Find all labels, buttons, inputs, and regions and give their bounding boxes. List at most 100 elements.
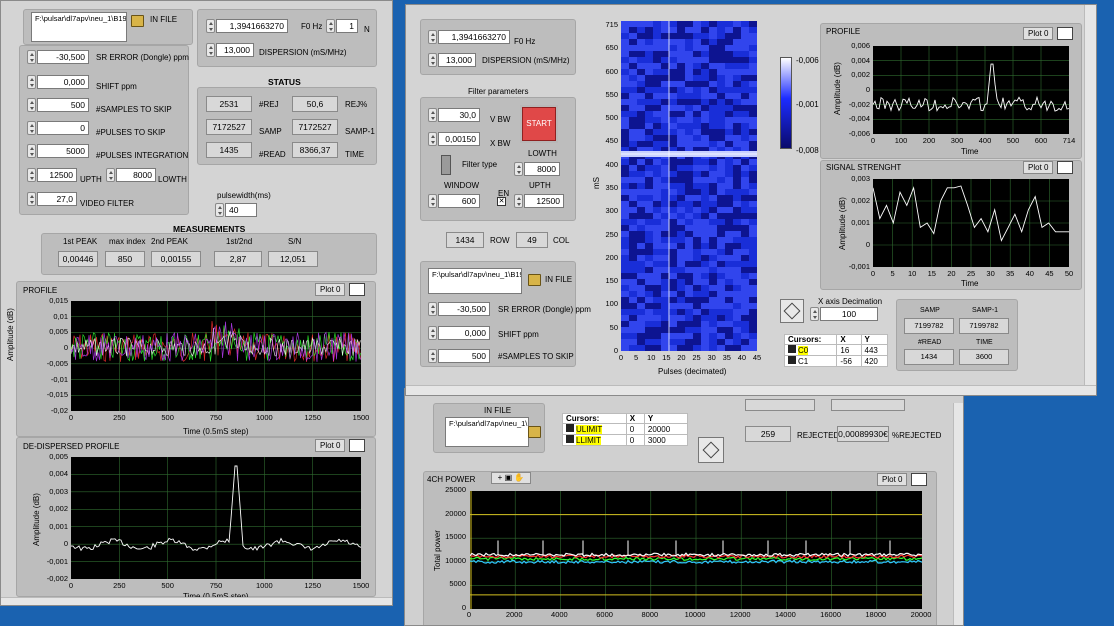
- left-pulses-skip-field[interactable]: 0: [37, 121, 89, 135]
- left-dispersion-control[interactable]: 13,000: [206, 43, 254, 57]
- heatmap-cell: [677, 159, 685, 165]
- folder-icon[interactable]: [528, 274, 541, 286]
- right-dispersion-control[interactable]: 13,000: [428, 53, 476, 67]
- folder-icon[interactable]: [131, 15, 144, 27]
- bottom-power-plot-label[interactable]: Plot 0: [877, 473, 908, 486]
- left-profile-plot-label[interactable]: Plot 0: [315, 283, 346, 296]
- right-f0-control[interactable]: 1,3941663270: [428, 30, 510, 44]
- heatmap-cell: [701, 87, 709, 93]
- right-xbw-control[interactable]: 0,00150: [428, 132, 480, 146]
- left-n-field[interactable]: 1: [336, 19, 358, 33]
- left-pulses-int-field[interactable]: 5000: [37, 144, 89, 158]
- right-f0-field[interactable]: 1,3941663270: [438, 30, 510, 44]
- right-lowth-control[interactable]: 8000: [514, 162, 560, 176]
- bottom-cursors-table[interactable]: Cursors: X Y ULIMIT 0 20000 LLIMIT 0 3000: [562, 413, 689, 446]
- heatmap-cell: [653, 225, 661, 231]
- heatmap-cell: [701, 231, 709, 237]
- heatmap-cell: [749, 297, 757, 303]
- heatmap-cell: [669, 189, 677, 195]
- left-lowth-control[interactable]: 8000: [106, 168, 156, 182]
- left-video-control[interactable]: 27,0: [27, 192, 77, 206]
- heatmap-cell: [661, 57, 669, 63]
- plot-style-icon[interactable]: [1057, 27, 1073, 40]
- x-tick-label: 14000: [774, 610, 796, 619]
- left-pulses-skip-control[interactable]: 0: [27, 121, 89, 135]
- left-video-field[interactable]: 27,0: [37, 192, 77, 206]
- heatmap-cell: [701, 45, 709, 51]
- left-pulses-int-control[interactable]: 5000: [27, 144, 89, 158]
- heatmap-cell: [653, 339, 661, 345]
- heatmap-cell: [717, 45, 725, 51]
- right-xdec-control[interactable]: 100: [810, 307, 878, 321]
- left-shift-field[interactable]: 0,000: [37, 75, 89, 89]
- right-sr-error-field[interactable]: -30,500: [438, 302, 490, 316]
- heatmap-cell: [661, 75, 669, 81]
- left-f0-control[interactable]: 1,3941663270: [206, 19, 288, 33]
- right-dispersion-field[interactable]: 13,000: [438, 53, 476, 67]
- heatmap-cell: [669, 117, 677, 123]
- left-dispersion-field[interactable]: 13,000: [216, 43, 254, 57]
- right-xdec-field[interactable]: 100: [820, 307, 878, 321]
- left-infile-path[interactable]: F:\pulsar\dl7apv\neu_1\B1946+35_2020my6_…: [31, 12, 127, 42]
- right-profile-plot-label[interactable]: Plot 0: [1023, 27, 1054, 40]
- left-upth-field[interactable]: 12500: [37, 168, 77, 182]
- right-infile-path[interactable]: F:\pulsar\dl7apv\neu_1\B1946+: [428, 268, 522, 294]
- right-vbw-field[interactable]: 30,0: [438, 108, 480, 122]
- right-shift-control[interactable]: 0,000: [428, 326, 490, 340]
- left-samples-skip-control[interactable]: 500: [27, 98, 89, 112]
- right-shift-field[interactable]: 0,000: [438, 326, 490, 340]
- table-row[interactable]: ULIMIT 0 20000: [562, 423, 689, 435]
- left-samples-skip-field[interactable]: 500: [37, 98, 89, 112]
- folder-icon[interactable]: [528, 426, 541, 438]
- left-pulsewidth-control[interactable]: 40: [215, 203, 257, 217]
- heatmap-cell: [725, 303, 733, 309]
- left-hscrollbar[interactable]: [1, 597, 392, 605]
- left-sr-error-field[interactable]: -30,500: [37, 50, 89, 64]
- x-tick-label: 500: [1006, 136, 1020, 145]
- table-row[interactable]: C0 16 443: [783, 344, 889, 356]
- left-lowth-field[interactable]: 8000: [116, 168, 156, 182]
- right-xbw-field[interactable]: 0,00150: [438, 132, 480, 146]
- right-upth-field[interactable]: 12500: [524, 194, 564, 208]
- left-f0-box: [197, 9, 377, 67]
- right-sr-error-control[interactable]: -30,500: [428, 302, 490, 316]
- en-checkbox[interactable]: ✕: [497, 197, 506, 206]
- cursor-move-icon[interactable]: [780, 299, 804, 323]
- left-f0-field[interactable]: 1,3941663270: [216, 19, 288, 33]
- table-row[interactable]: C1 -56 420: [783, 355, 889, 367]
- plot-style-icon[interactable]: [349, 439, 365, 452]
- right-hscrollbar[interactable]: [406, 385, 1096, 395]
- right-lowth-field[interactable]: 8000: [524, 162, 560, 176]
- right-vscrollbar[interactable]: [1084, 5, 1096, 385]
- plot-toolbar[interactable]: + ▣ ✋: [491, 472, 531, 484]
- heatmap-cell: [661, 273, 669, 279]
- right-window-control[interactable]: 600: [428, 194, 480, 208]
- heatmap-cell: [725, 189, 733, 195]
- left-pulsewidth-field[interactable]: 40: [225, 203, 257, 217]
- bottom-vscrollbar[interactable]: [953, 403, 963, 625]
- left-sr-error-control[interactable]: -30,500: [27, 50, 89, 64]
- heatmap-cell: [717, 39, 725, 45]
- right-window-field[interactable]: 600: [438, 194, 480, 208]
- left-shift-control[interactable]: 0,000: [27, 75, 89, 89]
- right-signal-plot-label[interactable]: Plot 0: [1023, 161, 1054, 174]
- heatmap-cell: [653, 285, 661, 291]
- plot-style-icon[interactable]: [349, 283, 365, 296]
- plot-style-icon[interactable]: [911, 473, 927, 486]
- start-button[interactable]: START: [520, 105, 558, 143]
- table-row[interactable]: LLIMIT 0 3000: [562, 434, 689, 446]
- right-samples-skip-field[interactable]: 500: [438, 349, 490, 363]
- plot-style-icon[interactable]: [1057, 161, 1073, 174]
- filter-type-toggle[interactable]: [441, 155, 451, 175]
- right-upth-control[interactable]: 12500: [514, 194, 564, 208]
- right-cursors-table[interactable]: Cursors: X Y C0 16 443 C1 -56 420: [783, 334, 889, 367]
- right-vbw-control[interactable]: 30,0: [428, 108, 480, 122]
- heatmap-cell: [669, 249, 677, 255]
- left-n-control[interactable]: 1: [326, 19, 358, 33]
- right-samples-skip-control[interactable]: 500: [428, 349, 490, 363]
- bottom-infile-path[interactable]: F:\pulsar\dl7apv\neu_1\B1946+35_2020my6_…: [445, 417, 529, 447]
- left-dd-plot-label[interactable]: Plot 0: [315, 439, 346, 452]
- heatmap-cell: [645, 111, 653, 117]
- cursor-move-icon[interactable]: [698, 437, 724, 463]
- left-upth-control[interactable]: 12500: [27, 168, 77, 182]
